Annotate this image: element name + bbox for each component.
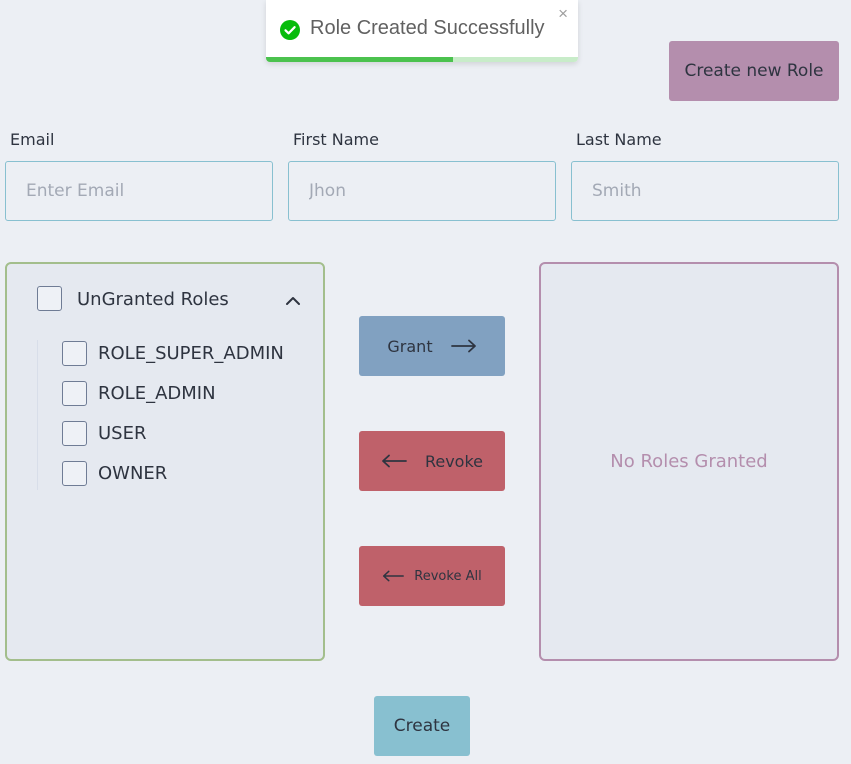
last-name-input[interactable] xyxy=(571,161,839,221)
role-checkbox[interactable] xyxy=(62,341,87,366)
create-button[interactable]: Create xyxy=(374,696,470,756)
select-all-ungranted-checkbox[interactable] xyxy=(37,286,62,311)
email-input[interactable] xyxy=(5,161,273,221)
last-name-label: Last Name xyxy=(576,130,662,149)
grant-button[interactable]: Grant xyxy=(359,316,505,376)
ungranted-roles-title: UnGranted Roles xyxy=(77,289,229,310)
email-label: Email xyxy=(10,130,55,149)
ungranted-roles-panel: UnGranted Roles ROLE_SUPER_ADMIN ROLE_AD… xyxy=(5,262,325,661)
role-checkbox[interactable] xyxy=(62,421,87,446)
chevron-up-icon[interactable] xyxy=(283,291,303,311)
role-label: USER xyxy=(98,423,147,444)
revoke-label: Revoke xyxy=(424,451,484,471)
role-assignment-page: Role Created Successfully × Create new R… xyxy=(0,0,851,764)
no-roles-granted-text: No Roles Granted xyxy=(610,451,768,472)
arrow-left-icon xyxy=(383,570,405,582)
check-circle-icon xyxy=(280,20,300,40)
role-checkbox[interactable] xyxy=(62,461,87,486)
granted-roles-panel: No Roles Granted xyxy=(539,262,839,661)
revoke-button[interactable]: Revoke xyxy=(359,431,505,491)
toast-message: Role Created Successfully xyxy=(310,17,545,39)
revoke-all-button[interactable]: Revoke All xyxy=(359,546,505,606)
arrow-right-icon xyxy=(450,339,476,353)
revoke-all-label: Revoke All xyxy=(414,568,482,584)
create-new-role-button[interactable]: Create new Role xyxy=(669,41,839,101)
success-toast: Role Created Successfully × xyxy=(266,0,578,62)
arrow-left-icon xyxy=(382,454,407,468)
grant-label: Grant xyxy=(387,336,433,356)
toast-close-button[interactable]: × xyxy=(558,4,568,24)
role-label: ROLE_ADMIN xyxy=(98,383,216,404)
role-checkbox[interactable] xyxy=(62,381,87,406)
first-name-input[interactable] xyxy=(288,161,556,221)
tree-guide-line xyxy=(37,340,38,490)
toast-progress-bar xyxy=(266,57,454,62)
role-label: OWNER xyxy=(98,463,168,484)
first-name-label: First Name xyxy=(293,130,379,149)
toast-progress-track xyxy=(266,57,578,62)
role-label: ROLE_SUPER_ADMIN xyxy=(98,343,284,364)
